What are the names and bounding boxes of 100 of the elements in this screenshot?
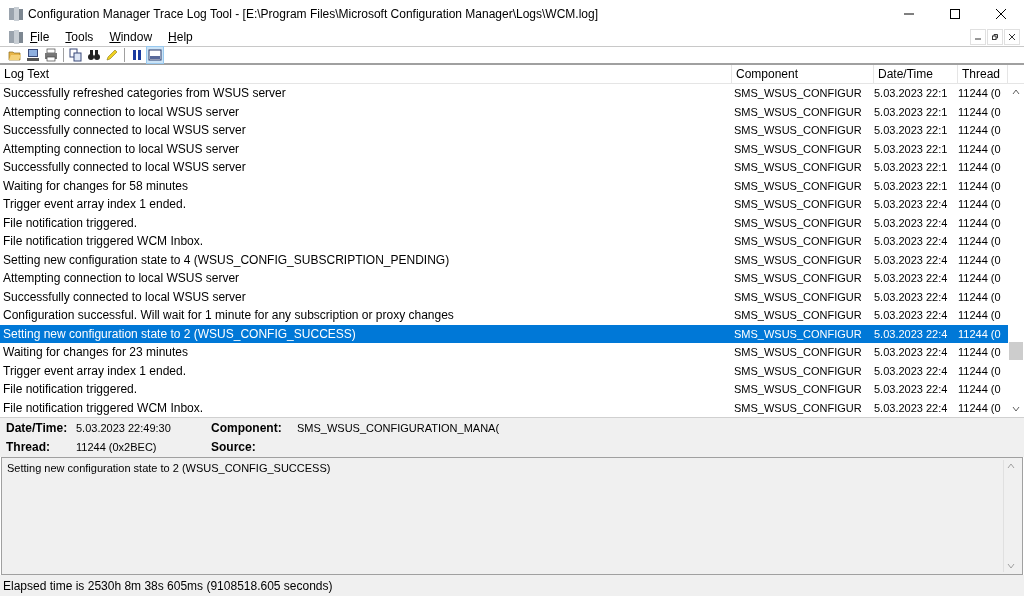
field-label: Component:	[211, 419, 283, 437]
log-row[interactable]: Attempting connection to local WSUS server SMS_WSUS_CONFIGUR 5.03.2023 22:1 11244 (0	[0, 102, 1008, 121]
table-cell: SMS_WSUS_CONFIGUR	[734, 364, 862, 377]
log-row[interactable]: Successfully refreshed categories from WSUS server SMS_WSUS_CONFIGUR 5.03.2023 22:1 11244 (0	[0, 84, 1008, 103]
table-cell: SMS_WSUS_CONFIGUR	[734, 161, 862, 173]
table-cell: 11244 (0	[958, 124, 1001, 136]
table-cell: 11244 (0	[958, 401, 1001, 414]
table-cell: Successfully connected to local WSUS server	[3, 123, 246, 138]
table-cell: File notification triggered WCM Inbox.	[3, 234, 204, 249]
close-icon	[1009, 33, 1015, 40]
table-cell: Successfully connected to local WSUS server	[3, 160, 246, 175]
table-cell: 11244 (0	[958, 253, 1001, 266]
log-row[interactable]: Setting new configuration state to 2 (WSUS_CONFIG_SUCCESS) SMS_WSUS_CONFIGUR 5.03.2023 22:4 11244 (0	[0, 324, 1008, 343]
table-cell: 11244 (0	[958, 179, 1001, 192]
log-row[interactable]: Configuration successful. Will wait for 1 minute for any subscription or proxy changes SMS_WSUS_CONFIGUR 5.03.2023 22:4 11244 (0	[0, 306, 1008, 325]
status-bar-text: Elapsed time is 2530h 8m 38s 605ms (9108518.605 seconds)	[3, 577, 333, 595]
table-cell: 5.03.2023 22:4	[874, 383, 948, 395]
printer-icon[interactable]	[42, 46, 60, 64]
window-title: Configuration Manager Trace Log Tool - [E:\Program Files\Microsoft Configuration Manager\Logs\WCM.log]	[28, 5, 599, 23]
table-cell: 5.03.2023 22:1	[874, 179, 948, 192]
table-cell: 11244 (0	[958, 309, 1001, 321]
component-value: SMS_WSUS_CONFIGURATION_MANA(	[297, 420, 501, 436]
scrollbar-thumb[interactable]	[1009, 341, 1023, 360]
table-cell: Attempting connection to local WSUS server	[3, 271, 240, 286]
log-row[interactable]: File notification triggered WCM Inbox. SMS_WSUS_CONFIGUR 5.03.2023 22:4 11244 (0	[0, 398, 1008, 417]
table-cell: Successfully refreshed categories from WSUS server	[3, 86, 286, 101]
log-row[interactable]: Successfully connected to local WSUS server SMS_WSUS_CONFIGUR 5.03.2023 22:4 11244 (0	[0, 287, 1008, 306]
column-header[interactable]: Component	[732, 65, 874, 83]
table-cell: File notification triggered.	[3, 215, 138, 230]
log-row[interactable]: File notification triggered. SMS_WSUS_CONFIGUR 5.03.2023 22:4 11244 (0	[0, 380, 1008, 399]
log-row[interactable]: Successfully connected to local WSUS server SMS_WSUS_CONFIGUR 5.03.2023 22:1 11244 (0	[0, 158, 1008, 177]
table-cell: SMS_WSUS_CONFIGUR	[734, 290, 862, 303]
table-cell: 11244 (0	[958, 364, 1001, 377]
table-cell: 11244 (0	[958, 290, 1001, 303]
log-row[interactable]: File notification triggered WCM Inbox. SMS_WSUS_CONFIGUR 5.03.2023 22:4 11244 (0	[0, 232, 1008, 251]
table-cell: Trigger event array index 1 ended.	[3, 197, 186, 212]
table-cell: SMS_WSUS_CONFIGUR	[734, 124, 862, 136]
table-cell: 11244 (0	[958, 216, 1001, 229]
computer-icon[interactable]	[24, 46, 42, 64]
column-header[interactable]: Thread	[958, 65, 1008, 83]
log-row[interactable]: Trigger event array index 1 ended. SMS_WSUS_CONFIGUR 5.03.2023 22:4 11244 (0	[0, 361, 1008, 380]
table-cell: 5.03.2023 22:4	[874, 235, 948, 247]
table-cell: Successfully connected to local WSUS server	[3, 289, 246, 304]
table-cell: SMS_WSUS_CONFIGUR	[734, 216, 862, 229]
table-cell: 11244 (0	[958, 346, 1001, 358]
column-header[interactable]: Log Text	[0, 65, 732, 83]
menu-item[interactable]: File	[30, 27, 50, 46]
table-cell: 5.03.2023 22:4	[874, 309, 948, 321]
table-cell: Attempting connection to local WSUS server	[3, 104, 240, 119]
log-row[interactable]: Waiting for changes for 58 minutes SMS_WSUS_CONFIGUR 5.03.2023 22:1 11244 (0	[0, 176, 1008, 195]
table-cell: SMS_WSUS_CONFIGUR	[734, 105, 862, 118]
table-cell: File notification triggered WCM Inbox.	[3, 400, 204, 415]
table-cell: 5.03.2023 22:4	[874, 198, 948, 210]
log-row[interactable]: Attempting connection to local WSUS server SMS_WSUS_CONFIGUR 5.03.2023 22:4 11244 (0	[0, 269, 1008, 288]
log-row[interactable]: Trigger event array index 1 ended. SMS_WSUS_CONFIGUR 5.03.2023 22:4 11244 (0	[0, 195, 1008, 214]
table-cell: 5.03.2023 22:4	[874, 253, 948, 266]
log-row[interactable]: Successfully connected to local WSUS server SMS_WSUS_CONFIGUR 5.03.2023 22:1 11244 (0	[0, 121, 1008, 140]
table-cell: 5.03.2023 22:1	[874, 105, 948, 118]
table-cell: 5.03.2023 22:4	[874, 327, 948, 340]
table-cell: Setting new configuration state to 4 (WSUS_CONFIG_SUBSCRIPTION_PENDING)	[3, 252, 450, 267]
restore-icon	[992, 33, 998, 40]
scroll-up-icon[interactable]	[1012, 88, 1020, 96]
table-cell: 5.03.2023 22:1	[874, 161, 948, 173]
table-cell: SMS_WSUS_CONFIGUR	[734, 346, 862, 358]
panel-icon[interactable]	[146, 46, 164, 64]
table-cell: 11244 (0	[958, 142, 1001, 155]
scroll-down-icon[interactable]	[1012, 405, 1020, 413]
menu-item[interactable]: Tools	[65, 27, 94, 46]
field-label: Thread:	[6, 439, 51, 457]
log-row[interactable]: File notification triggered. SMS_WSUS_CONFIGUR 5.03.2023 22:4 11244 (0	[0, 213, 1008, 232]
table-cell: 11244 (0	[958, 327, 1001, 340]
message-text: Setting new configuration state to 2 (WSUS_CONFIG_SUCCESS)	[7, 461, 332, 476]
log-row[interactable]: Setting new configuration state to 4 (WSUS_CONFIG_SUBSCRIPTION_PENDING) SMS_WSUS_CONFIGUR 5.03.2023 22:4 11244 (0	[0, 250, 1008, 269]
table-cell: SMS_WSUS_CONFIGUR	[734, 309, 862, 321]
table-cell: SMS_WSUS_CONFIGUR	[734, 383, 862, 395]
table-cell: 5.03.2023 22:4	[874, 401, 948, 414]
table-cell: 11244 (0	[958, 383, 1001, 395]
table-cell: 5.03.2023 22:4	[874, 272, 948, 284]
maximize-icon	[950, 8, 960, 19]
column-header[interactable]: Date/Time	[874, 65, 958, 83]
child-close-button[interactable]	[1004, 28, 1020, 45]
menu-item[interactable]: Help	[168, 27, 193, 46]
field-label: Date/Time:	[6, 419, 69, 437]
table-cell: File notification triggered.	[3, 382, 138, 397]
table-cell: SMS_WSUS_CONFIGUR	[734, 401, 862, 414]
field-label: Source:	[211, 439, 257, 457]
log-row[interactable]: Attempting connection to local WSUS server SMS_WSUS_CONFIGUR 5.03.2023 22:1 11244 (0	[0, 139, 1008, 158]
table-cell: SMS_WSUS_CONFIGUR	[734, 179, 862, 192]
table-cell: 5.03.2023 22:4	[874, 216, 948, 229]
table-cell: SMS_WSUS_CONFIGUR	[734, 272, 862, 284]
table-cell: 5.03.2023 22:4	[874, 346, 948, 358]
table-cell: Waiting for changes for 58 minutes	[3, 178, 188, 193]
table-cell: SMS_WSUS_CONFIGUR	[734, 235, 862, 247]
log-row[interactable]: Waiting for changes for 23 minutes SMS_WSUS_CONFIGUR 5.03.2023 22:4 11244 (0	[0, 343, 1008, 362]
table-cell: 5.03.2023 22:1	[874, 87, 948, 99]
menu-item[interactable]: Window	[109, 27, 153, 46]
child-restore-button[interactable]	[987, 28, 1003, 45]
table-cell: Attempting connection to local WSUS server	[3, 141, 240, 156]
table-cell: 11244 (0	[958, 198, 1001, 210]
copy-icon[interactable]	[67, 46, 85, 64]
